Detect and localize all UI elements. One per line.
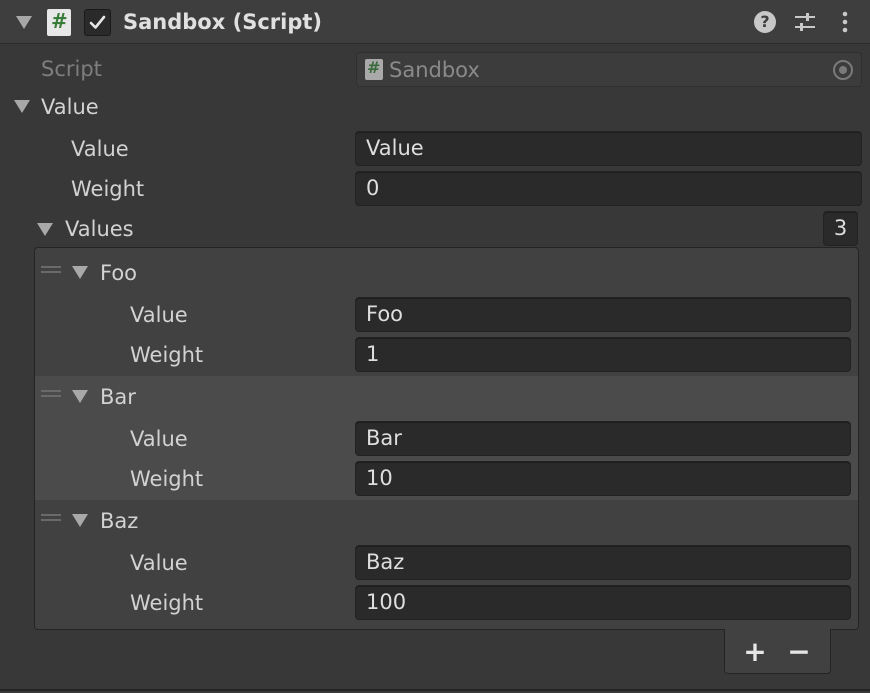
values-foldout-label[interactable]: Values xyxy=(65,217,134,241)
bar-foldout-arrow-icon[interactable] xyxy=(72,390,88,403)
bar-element-label[interactable]: Bar xyxy=(100,385,136,409)
foo-value-input[interactable]: Foo xyxy=(355,297,851,332)
baz-value-input[interactable]: Baz xyxy=(355,545,851,580)
script-value: Sandbox xyxy=(389,58,480,82)
bar-weight-label: Weight xyxy=(130,467,204,491)
remove-element-button[interactable]: − xyxy=(784,636,814,668)
baz-weight-label: Weight xyxy=(130,591,204,615)
foo-weight-label: Weight xyxy=(130,343,204,367)
drag-handle-icon[interactable] xyxy=(41,266,61,273)
collapse-arrow-icon[interactable] xyxy=(16,16,32,29)
script-field: # Sandbox xyxy=(356,52,862,87)
drag-handle-icon[interactable] xyxy=(41,514,61,521)
baz-foldout-arrow-icon[interactable] xyxy=(72,514,88,527)
script-label: Script xyxy=(41,57,102,81)
foo-value-label: Value xyxy=(130,303,188,327)
add-element-button[interactable]: + xyxy=(740,636,770,668)
value-weight-label: Weight xyxy=(71,177,145,201)
presets-icon[interactable] xyxy=(793,10,817,34)
bar-value-input[interactable]: Bar xyxy=(355,421,851,456)
value-value-input[interactable]: Value xyxy=(355,131,862,166)
enabled-checkbox[interactable] xyxy=(84,9,111,36)
value-weight-input[interactable]: 0 xyxy=(355,171,862,206)
baz-element-label[interactable]: Baz xyxy=(100,509,138,533)
foo-weight-input[interactable]: 1 xyxy=(355,337,851,372)
drag-handle-icon[interactable] xyxy=(41,390,61,397)
baz-weight-input[interactable]: 100 xyxy=(355,585,851,620)
value-foldout-arrow-icon[interactable] xyxy=(14,100,30,113)
bottom-divider xyxy=(0,689,870,691)
more-options-icon[interactable] xyxy=(838,10,852,34)
values-count-input[interactable]: 3 xyxy=(823,211,858,246)
object-picker-icon xyxy=(833,60,853,80)
script-file-icon: # xyxy=(365,58,383,80)
bar-value-label: Value xyxy=(130,427,188,451)
checkmark-icon xyxy=(89,15,106,29)
baz-value-label: Value xyxy=(130,551,188,575)
value-foldout-label[interactable]: Value xyxy=(41,95,99,119)
values-foldout-arrow-icon[interactable] xyxy=(37,223,53,236)
help-icon[interactable]: ? xyxy=(754,11,776,33)
component-title: Sandbox (Script) xyxy=(123,10,322,34)
value-value-label: Value xyxy=(71,137,129,161)
bar-weight-input[interactable]: 10 xyxy=(355,461,851,496)
foo-foldout-arrow-icon[interactable] xyxy=(72,266,88,279)
foo-element-label[interactable]: Foo xyxy=(100,261,137,285)
script-file-icon: # xyxy=(47,9,71,36)
